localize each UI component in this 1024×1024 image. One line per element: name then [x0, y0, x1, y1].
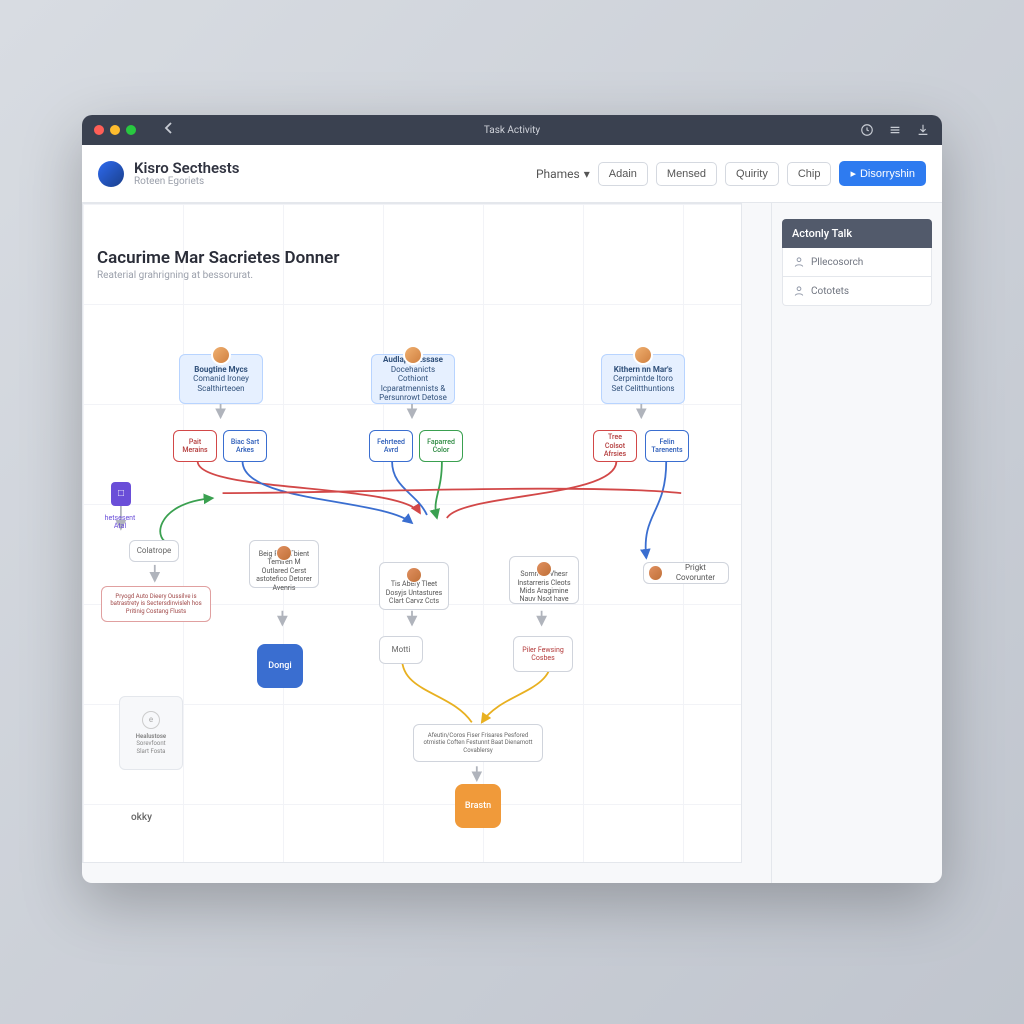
- sidebar-item-2[interactable]: Cototets: [782, 277, 932, 306]
- sidebar-head: Actonly Talk: [782, 219, 932, 248]
- avatar-icon: [403, 345, 423, 365]
- sub-node-1a[interactable]: PaitMerains: [173, 430, 217, 462]
- side-card[interactable]: e Healustose Sorevfoont Slart Fosta: [119, 696, 183, 770]
- sub-node-3a[interactable]: Tree ColsotAfrsies: [593, 430, 637, 462]
- top-nav: Phames ▾ Adain Mensed Quirity Chip ▸ Dis…: [536, 161, 926, 186]
- nav-primary-button[interactable]: ▸ Disorryshin: [839, 161, 926, 186]
- avatar-icon: [276, 545, 292, 561]
- clock-icon[interactable]: [860, 123, 874, 137]
- final-orange[interactable]: Brastn: [455, 784, 501, 828]
- sub-node-2a[interactable]: FehrteedAvrd: [369, 430, 413, 462]
- nav-dropdown[interactable]: Phames ▾: [536, 167, 590, 181]
- stage-node-3[interactable]: Kithern nn Mar's Cerpmintde Itoro Set Ce…: [601, 354, 685, 404]
- content-area: Cacurime Mar Sacrietes Donner Reaterial …: [82, 203, 942, 883]
- source-pill[interactable]: □: [111, 482, 131, 506]
- play-icon: ▸: [850, 167, 856, 180]
- nav-btn-1[interactable]: Adain: [598, 162, 648, 186]
- nav-btn-2[interactable]: Mensed: [656, 162, 717, 186]
- user-icon: [793, 256, 805, 268]
- avatar-icon: [633, 345, 653, 365]
- back-button[interactable]: [164, 122, 174, 138]
- app-window: Task Activity Kisro Secthests Roteen Ego…: [82, 115, 942, 883]
- maximize-icon[interactable]: [126, 125, 136, 135]
- window-title: Task Activity: [484, 125, 540, 136]
- sidebar-item-1[interactable]: Pllecosorch: [782, 248, 932, 277]
- brand: Kisro Secthests Roteen Egoriets: [98, 160, 240, 188]
- result-node[interactable]: Piler FewsingCosbes: [513, 636, 573, 672]
- doc-subtitle: Reaterial grahrigning at bessorurat.: [97, 270, 339, 281]
- brand-subtitle: Roteen Egoriets: [134, 176, 240, 187]
- avatar-icon: [536, 561, 552, 577]
- assignee-node[interactable]: Prigkt Covorunter: [643, 562, 729, 584]
- nav-btn-3[interactable]: Quirity: [725, 162, 779, 186]
- info-icon: e: [142, 711, 160, 729]
- minimize-icon[interactable]: [110, 125, 120, 135]
- sub-node-3b[interactable]: FelinTarenents: [645, 430, 689, 462]
- chevron-down-icon: ▾: [584, 167, 590, 181]
- user-icon: [793, 285, 805, 297]
- sub-node-1b[interactable]: Biac SartArkes: [223, 430, 267, 462]
- stage-node-1[interactable]: Bougtine Mycs Comanid Ironey Scalthirteo…: [179, 354, 263, 404]
- avatar-icon: [406, 567, 422, 583]
- close-icon[interactable]: [94, 125, 104, 135]
- plain-node[interactable]: Motti: [379, 636, 423, 664]
- final-blue[interactable]: Dongi: [257, 644, 303, 688]
- okay-label: okky: [131, 812, 152, 823]
- summary-node[interactable]: Afeutin/Coros Fiser Frisares Pesfored ot…: [413, 724, 543, 762]
- diagram-canvas[interactable]: Cacurime Mar Sacrietes Donner Reaterial …: [82, 203, 742, 863]
- category-box[interactable]: Colatrope: [129, 540, 179, 562]
- window-controls: [94, 125, 136, 135]
- source-pill-label: hetsesent Atal: [105, 510, 135, 535]
- avatar-icon: [211, 345, 231, 365]
- app-header: Kisro Secthests Roteen Egoriets Phames ▾…: [82, 145, 942, 203]
- avatar-icon: [648, 565, 663, 581]
- mid-node-1[interactable]: Beig Pain Tbient Temiren M Outlared Cers…: [249, 540, 319, 588]
- canvas-scroll[interactable]: Cacurime Mar Sacrietes Donner Reaterial …: [82, 203, 772, 883]
- menu-icon[interactable]: [888, 123, 902, 137]
- nav-btn-4[interactable]: Chip: [787, 162, 832, 186]
- doc-title: Cacurime Mar Sacrietes Donner: [97, 248, 339, 268]
- description-box[interactable]: Pryogd Auto Dieery Oussilve is batrastre…: [101, 586, 211, 622]
- right-sidebar: Actonly Talk Pllecosorch Cototets: [772, 203, 942, 883]
- titlebar: Task Activity: [82, 115, 942, 145]
- mid-node-2[interactable]: Tis Abery Tleet Dosyjs Untastures Clart …: [379, 562, 449, 610]
- brand-logo-icon: [98, 161, 124, 187]
- download-icon[interactable]: [916, 123, 930, 137]
- brand-title: Kisro Secthests: [134, 160, 240, 177]
- sub-node-2b[interactable]: FaparredColor: [419, 430, 463, 462]
- stage-node-2[interactable]: Audlaper Essase Docehanicts Cothiont Icp…: [371, 354, 455, 404]
- mid-node-3[interactable]: Sommile Vhesr Instarreris Cleots Mids Ar…: [509, 556, 579, 604]
